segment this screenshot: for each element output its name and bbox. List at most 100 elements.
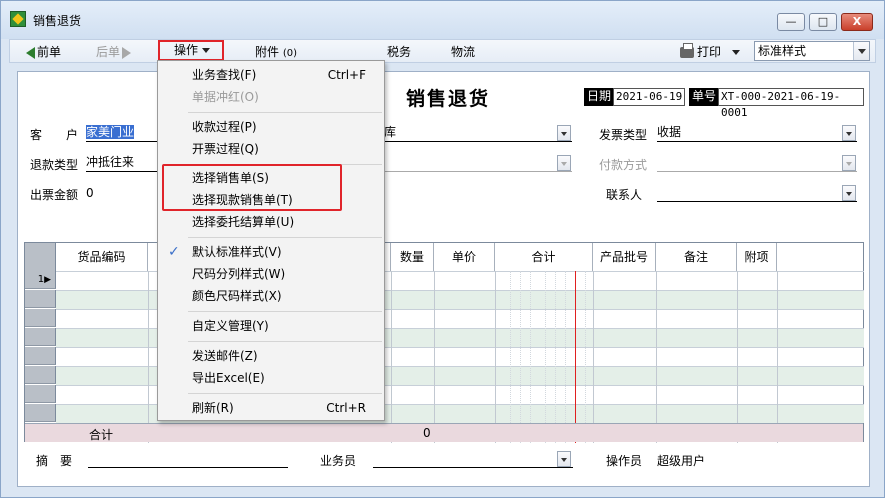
menu-item-label: 颜色尺码样式(X) <box>192 289 282 303</box>
customer-value: 家美门业 <box>86 125 135 139</box>
chevron-down-icon[interactable] <box>557 125 571 141</box>
print-label: 打印 <box>697 45 722 59</box>
contact-field[interactable] <box>657 184 857 202</box>
menu-item-size-columns-style[interactable]: 尺码分列样式(W) <box>158 263 384 285</box>
menu-shortcut: Ctrl+R <box>326 401 366 415</box>
menu-item-label: 单据冲红(O) <box>192 90 259 104</box>
tax-button[interactable]: 税务 <box>387 43 411 61</box>
col-header-total[interactable]: 合计 <box>495 243 593 271</box>
customer-field[interactable]: 家美门业 <box>86 124 158 142</box>
chevron-down-icon <box>842 155 856 171</box>
col-header-remark[interactable]: 备注 <box>656 243 737 271</box>
contact-label: 联系人 <box>606 188 643 202</box>
chevron-down-icon[interactable] <box>557 451 571 467</box>
col-header-batch[interactable]: 产品批号 <box>593 243 656 271</box>
chevron-down-icon[interactable] <box>853 42 869 60</box>
grid-line <box>148 271 149 443</box>
check-icon: ✓ <box>168 244 180 260</box>
row-header[interactable] <box>25 347 56 365</box>
menu-item-find[interactable]: 业务查找(F) Ctrl+F <box>158 64 384 86</box>
maximize-button[interactable]: □ <box>809 13 837 31</box>
row-header[interactable] <box>25 309 56 327</box>
print-style-select[interactable]: 标准样式 <box>754 41 870 61</box>
grid-line <box>545 271 546 443</box>
title-bar: 销售退货 — □ X <box>1 1 884 39</box>
grid-line <box>777 271 778 443</box>
row-header[interactable] <box>25 328 56 346</box>
menu-item-label: 导出Excel(E) <box>192 371 265 385</box>
date-field[interactable]: 2021-06-19 <box>613 88 685 106</box>
highlight-annotation <box>162 164 342 211</box>
menu-shortcut: Ctrl+F <box>327 68 366 82</box>
prev-doc-button[interactable]: 前单 <box>26 43 61 61</box>
close-button[interactable]: X <box>841 13 873 31</box>
grid-line <box>520 271 521 443</box>
grid-line <box>495 271 496 443</box>
menu-item-send-email[interactable]: 发送邮件(Z) <box>158 345 384 367</box>
col-header-qty[interactable]: 数量 <box>391 243 434 271</box>
logistics-button[interactable]: 物流 <box>451 43 475 61</box>
attachments-count: (0) <box>282 48 298 59</box>
menu-item-label: 刷新(R) <box>192 401 234 415</box>
menu-item-color-size-style[interactable]: 颜色尺码样式(X) <box>158 285 384 307</box>
menu-item-default-style[interactable]: ✓ 默认标准样式(V) <box>158 241 384 263</box>
refund-type-label: 退款类型 <box>30 158 79 172</box>
menu-item-label: 收款过程(P) <box>192 120 257 134</box>
print-dropdown-button[interactable] <box>732 43 742 61</box>
grid-line <box>555 271 556 443</box>
menu-item-invoice-process[interactable]: 开票过程(Q) <box>158 138 384 160</box>
menu-item-label: 开票过程(Q) <box>192 142 259 156</box>
row-header[interactable] <box>25 290 56 308</box>
document-title: 销售退货 <box>406 88 491 110</box>
attachments-button[interactable]: 附件 (0) <box>255 43 297 61</box>
grid-line <box>737 271 738 443</box>
print-button[interactable]: 打印 <box>680 43 721 61</box>
operations-menu-button[interactable]: 操作 <box>158 40 224 61</box>
menu-item-label: 默认标准样式(V) <box>192 245 282 259</box>
menu-separator <box>188 341 382 342</box>
doc-number-field[interactable]: XT-000-2021-06-19-0001 <box>718 88 864 119</box>
grid-line <box>391 271 392 443</box>
window-title: 销售退货 <box>33 14 82 28</box>
invoice-type-field[interactable]: 收据 <box>657 124 857 142</box>
menu-item-export-excel[interactable]: 导出Excel(E) <box>158 367 384 389</box>
col-header-price[interactable]: 单价 <box>434 243 495 271</box>
menu-separator <box>188 311 382 312</box>
salesman-field[interactable] <box>373 450 573 468</box>
doc-number-label: 单号 <box>689 88 720 106</box>
menu-item-custom-manage[interactable]: 自定义管理(Y) <box>158 315 384 337</box>
payment-method-field <box>657 154 857 172</box>
menu-item-select-consignment[interactable]: 选择委托结算单(U) <box>158 211 384 233</box>
minimize-button[interactable]: — <box>777 13 805 31</box>
row-header[interactable] <box>25 385 56 403</box>
menu-item-receipt-process[interactable]: 收款过程(P) <box>158 116 384 138</box>
warehouse-field[interactable]: 库 <box>384 124 572 142</box>
operator-label: 操作员 <box>606 454 643 468</box>
chevron-down-icon[interactable] <box>842 125 856 141</box>
attachments-label: 附件 <box>255 45 280 59</box>
menu-separator <box>188 237 382 238</box>
chevron-down-icon[interactable] <box>842 185 856 201</box>
col-header-extra[interactable]: 附项 <box>737 243 777 271</box>
arrow-right-icon <box>122 46 132 59</box>
grid-line <box>530 271 531 443</box>
col-header-item-code[interactable]: 货品编码 <box>56 243 148 271</box>
menu-item-refresh[interactable]: 刷新(R) Ctrl+R <box>158 397 384 419</box>
print-style-value: 标准样式 <box>758 44 807 58</box>
row-header[interactable]: 1▶ <box>25 271 56 289</box>
grid-line <box>510 271 511 443</box>
summary-field[interactable] <box>88 450 288 468</box>
menu-item-label: 发送邮件(Z) <box>192 349 258 363</box>
refund-type-field[interactable]: 冲抵往来 <box>86 154 158 172</box>
invoice-amount-label: 出票金额 <box>30 188 79 202</box>
row-header[interactable] <box>25 366 56 384</box>
salesman-label: 业务员 <box>320 454 357 468</box>
grid-line <box>575 271 576 443</box>
items-grid[interactable]: 货品编码 数量 单价 合计 产品批号 备注 附项 1▶ 合计 0 <box>24 242 864 443</box>
grid-corner <box>25 243 56 271</box>
invoice-type-label: 发票类型 <box>599 128 648 142</box>
row-header[interactable] <box>25 404 56 422</box>
total-qty: 0 <box>423 426 431 440</box>
next-doc-button[interactable]: 后单 <box>96 43 132 61</box>
document-form: 销售退货 日期 2021-06-19 单号 XT-000-2021-06-19-… <box>17 71 870 487</box>
